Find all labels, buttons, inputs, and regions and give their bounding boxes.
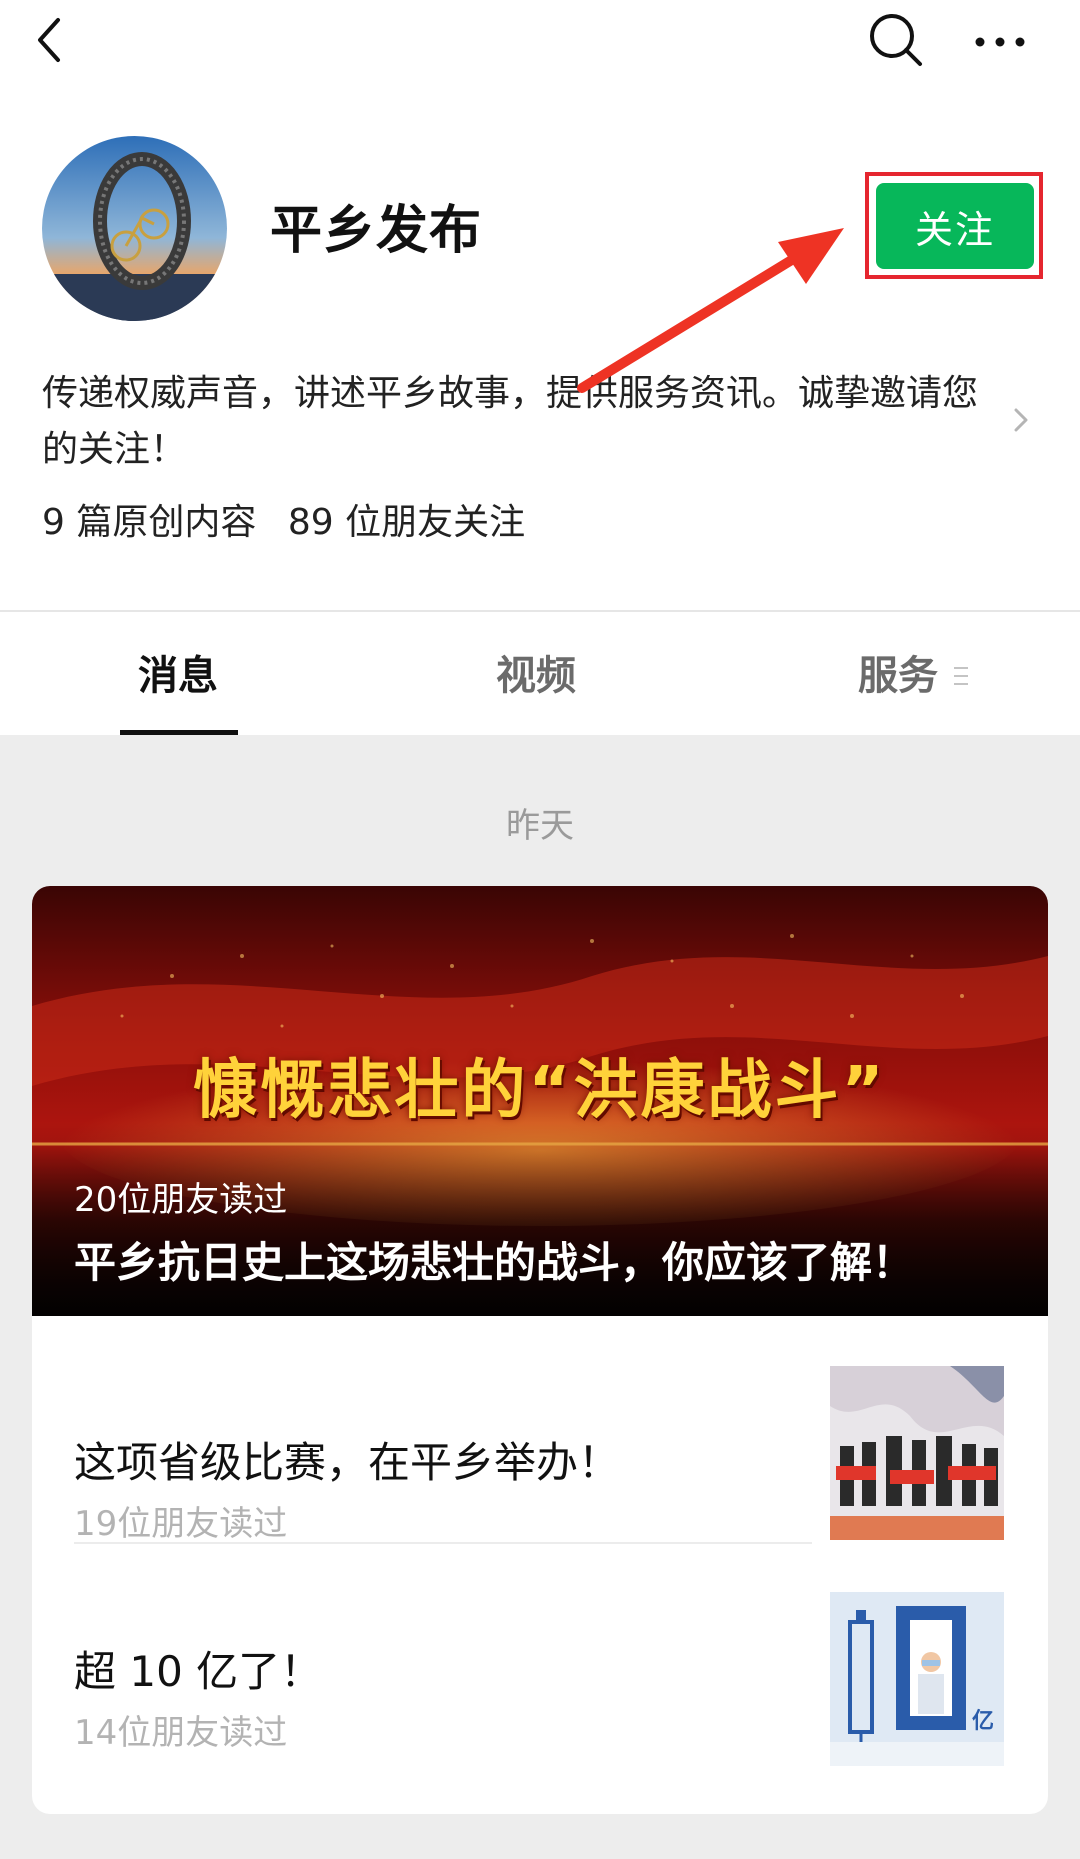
article-title: 这项省级比赛，在平乡举办！ [74,1438,621,1487]
thumb-yi-label: 亿 [972,1709,994,1734]
featured-headline: 慷慨悲壮的“洪康战斗” [193,1054,887,1128]
account-description[interactable]: 传递权威声音，讲述平乡故事，提供服务资讯。诚挚邀请您的关注！ [42,366,1002,478]
search-icon[interactable] [864,8,928,72]
account-name: 平乡发布 [270,201,483,261]
list-divider [74,1542,812,1544]
featured-readers: 20位朋友读过 [74,1180,288,1220]
article-thumbnail[interactable] [830,1366,1004,1540]
top-bar [0,0,1080,90]
chevron-right-icon[interactable] [1010,400,1034,440]
menu-icon [952,664,970,688]
original-count: 9 篇原创内容 [42,502,257,543]
tab-video[interactable]: 视频 [496,648,576,704]
article-thumbnail[interactable]: 亿 [830,1592,1004,1766]
featured-article[interactable]: 慷慨悲壮的“洪康战斗” 20位朋友读过 平乡抗日史上这场悲壮的战斗，你应该了解！ [32,886,1048,1316]
back-icon[interactable] [28,10,78,70]
tab-services[interactable]: 服务 [858,648,938,704]
tab-messages[interactable]: 消息 [138,648,218,704]
article-card: 慷慨悲壮的“洪康战斗” 20位朋友读过 平乡抗日史上这场悲壮的战斗，你应该了解！… [32,886,1048,1814]
featured-title: 平乡抗日史上这场悲壮的战斗，你应该了解！ [74,1238,915,1287]
section-divider [0,610,1080,612]
article-readers: 19位朋友读过 [74,1504,288,1544]
account-avatar[interactable] [42,136,227,321]
article-title: 超 10 亿了！ [74,1647,323,1696]
more-icon[interactable] [972,22,1032,62]
followers-count: 89 位朋友关注 [287,502,526,543]
account-stats: 9 篇原创内容 89 位朋友关注 [42,498,545,548]
follow-button[interactable]: 关注 [876,183,1034,269]
bottom-spacer [0,1814,1080,1859]
date-label: 昨天 [506,806,574,846]
article-readers: 14位朋友读过 [74,1713,288,1753]
